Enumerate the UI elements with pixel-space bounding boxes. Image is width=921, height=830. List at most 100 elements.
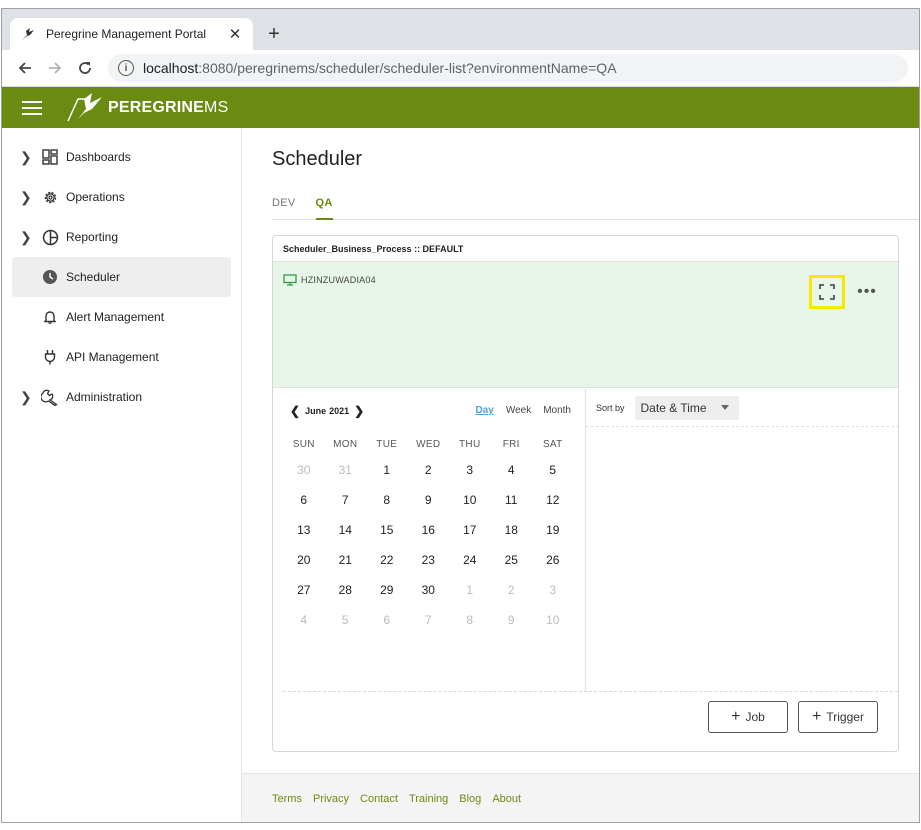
footer-link-contact[interactable]: Contact bbox=[360, 793, 398, 805]
calendar-day[interactable]: 4 bbox=[283, 613, 325, 627]
app-header: PEREGRINEMS bbox=[2, 87, 919, 128]
fullscreen-button[interactable] bbox=[809, 275, 845, 309]
sidebar: ❯ Dashboards ❯ Operations ❯ Reporting Sc… bbox=[2, 128, 242, 822]
add-trigger-label: Trigger bbox=[826, 710, 864, 724]
calendar-day[interactable]: 10 bbox=[449, 493, 491, 507]
calendar-day[interactable]: 2 bbox=[408, 463, 450, 477]
footer-link-blog[interactable]: Blog bbox=[459, 793, 481, 805]
calendar-day[interactable]: 11 bbox=[491, 493, 533, 507]
calendar-day[interactable]: 12 bbox=[532, 493, 574, 507]
prev-month-icon[interactable]: ❮ bbox=[288, 404, 302, 418]
year-label: 2021 bbox=[329, 406, 350, 416]
more-options-icon[interactable]: ••• bbox=[855, 280, 879, 304]
calendar-day[interactable]: 25 bbox=[491, 553, 533, 567]
clock-icon bbox=[40, 267, 60, 287]
weekday-label: SUN bbox=[292, 438, 315, 450]
calendar-day[interactable]: 23 bbox=[408, 553, 450, 567]
calendar-day[interactable]: 13 bbox=[283, 523, 325, 537]
calendar-day[interactable]: 1 bbox=[449, 583, 491, 597]
calendar-day[interactable]: 3 bbox=[532, 583, 574, 597]
hamburger-menu-icon[interactable] bbox=[22, 100, 42, 115]
server-label: HZINZUWADIA04 bbox=[283, 274, 376, 286]
calendar-day[interactable]: 14 bbox=[325, 523, 367, 537]
calendar-view-switcher: Day Week Month bbox=[463, 405, 571, 416]
calendar-day[interactable]: 21 bbox=[325, 553, 367, 567]
tab-qa[interactable]: QA bbox=[315, 192, 333, 220]
new-tab-button[interactable]: + bbox=[263, 23, 285, 45]
sidebar-item-scheduler[interactable]: ❯ Scheduler bbox=[12, 257, 231, 297]
browser-tab-title: Peregrine Management Portal bbox=[46, 27, 207, 41]
close-tab-icon[interactable]: ✕ bbox=[227, 26, 243, 43]
sidebar-item-operations[interactable]: ❯ Operations bbox=[12, 177, 231, 217]
view-week-button[interactable]: Week bbox=[506, 405, 531, 416]
sidebar-item-alert-management[interactable]: ❯ Alert Management bbox=[12, 297, 231, 337]
card-divider bbox=[283, 691, 898, 692]
calendar-day[interactable]: 2 bbox=[491, 583, 533, 597]
calendar-week-row: 6 7 8 9 10 11 12 bbox=[283, 485, 574, 515]
view-day-button[interactable]: Day bbox=[475, 405, 493, 416]
calendar-day[interactable]: 27 bbox=[283, 583, 325, 597]
add-job-button[interactable]: + Job bbox=[708, 701, 788, 733]
calendar-day[interactable]: 10 bbox=[532, 613, 574, 627]
footer-link-terms[interactable]: Terms bbox=[272, 793, 302, 805]
calendar-day[interactable]: 29 bbox=[366, 583, 408, 597]
forward-button[interactable] bbox=[40, 53, 70, 83]
calendar-day[interactable]: 16 bbox=[408, 523, 450, 537]
calendar-day[interactable]: 22 bbox=[366, 553, 408, 567]
calendar-day[interactable]: 4 bbox=[491, 463, 533, 477]
calendar-day[interactable]: 30 bbox=[408, 583, 450, 597]
calendar-day[interactable]: 18 bbox=[491, 523, 533, 537]
calendar-day[interactable]: 20 bbox=[283, 553, 325, 567]
calendar-day[interactable]: 17 bbox=[449, 523, 491, 537]
add-trigger-button[interactable]: + Trigger bbox=[798, 701, 878, 733]
next-month-icon[interactable]: ❯ bbox=[352, 404, 366, 418]
calendar-day[interactable]: 5 bbox=[532, 463, 574, 477]
calendar-panel: ❮ June 2021 ❯ Day Week Month SUN MON TUE WE… bbox=[273, 389, 586, 691]
view-month-button[interactable]: Month bbox=[543, 405, 571, 416]
address-bar[interactable]: i localhost:8080/peregrinems/scheduler/s… bbox=[108, 54, 908, 82]
calendar-day[interactable]: 19 bbox=[532, 523, 574, 537]
weekday-label: FRI bbox=[502, 438, 520, 450]
calendar-day[interactable]: 6 bbox=[283, 493, 325, 507]
tab-dev[interactable]: DEV bbox=[272, 192, 296, 219]
calendar-day[interactable]: 5 bbox=[325, 613, 367, 627]
sidebar-item-dashboards[interactable]: ❯ Dashboards bbox=[12, 137, 231, 177]
calendar-day[interactable]: 7 bbox=[408, 613, 450, 627]
calendar-day[interactable]: 31 bbox=[325, 463, 367, 477]
browser-tab[interactable]: Peregrine Management Portal ✕ bbox=[10, 18, 253, 50]
browser-tab-strip: Peregrine Management Portal ✕ + bbox=[2, 9, 919, 50]
sort-select[interactable]: Date & Time bbox=[634, 395, 739, 420]
calendar-day[interactable]: 28 bbox=[325, 583, 367, 597]
card-header: Scheduler_Business_Process :: DEFAULT bbox=[273, 236, 898, 262]
sidebar-item-reporting[interactable]: ❯ Reporting bbox=[12, 217, 231, 257]
calendar-day[interactable]: 1 bbox=[366, 463, 408, 477]
calendar-day[interactable]: 9 bbox=[408, 493, 450, 507]
calendar-day[interactable]: 24 bbox=[449, 553, 491, 567]
sidebar-item-api-management[interactable]: ❯ API Management bbox=[12, 337, 231, 377]
site-info-icon[interactable]: i bbox=[118, 60, 134, 76]
footer-link-about[interactable]: About bbox=[492, 793, 521, 805]
calendar-day[interactable]: 8 bbox=[449, 613, 491, 627]
weekday-header-row: SUN MON TUE WED THU FRI SAT bbox=[283, 433, 574, 455]
weekday-label: THU bbox=[459, 438, 481, 450]
calendar-day[interactable]: 7 bbox=[325, 493, 367, 507]
reload-button[interactable] bbox=[70, 53, 100, 83]
back-button[interactable] bbox=[10, 53, 40, 83]
back-arrow-icon bbox=[18, 62, 31, 74]
calendar-day[interactable]: 9 bbox=[491, 613, 533, 627]
footer-link-training[interactable]: Training bbox=[409, 793, 448, 805]
calendar-day[interactable]: 3 bbox=[449, 463, 491, 477]
footer-link-privacy[interactable]: Privacy bbox=[313, 793, 349, 805]
calendar-day[interactable]: 8 bbox=[366, 493, 408, 507]
calendar-day[interactable]: 26 bbox=[532, 553, 574, 567]
calendar-day[interactable]: 30 bbox=[283, 463, 325, 477]
calendar-day[interactable]: 15 bbox=[366, 523, 408, 537]
calendar-week-row: 27 28 29 30 1 2 3 bbox=[283, 575, 574, 605]
peregrine-favicon-icon bbox=[20, 26, 36, 42]
weekday-label: SAT bbox=[542, 438, 563, 450]
sort-value: Date & Time bbox=[640, 400, 707, 415]
plug-icon bbox=[40, 347, 60, 367]
calendar-day[interactable]: 6 bbox=[366, 613, 408, 627]
sidebar-item-administration[interactable]: ❯ Administration bbox=[12, 377, 231, 417]
brand-logo[interactable]: PEREGRINEMS bbox=[66, 92, 228, 123]
